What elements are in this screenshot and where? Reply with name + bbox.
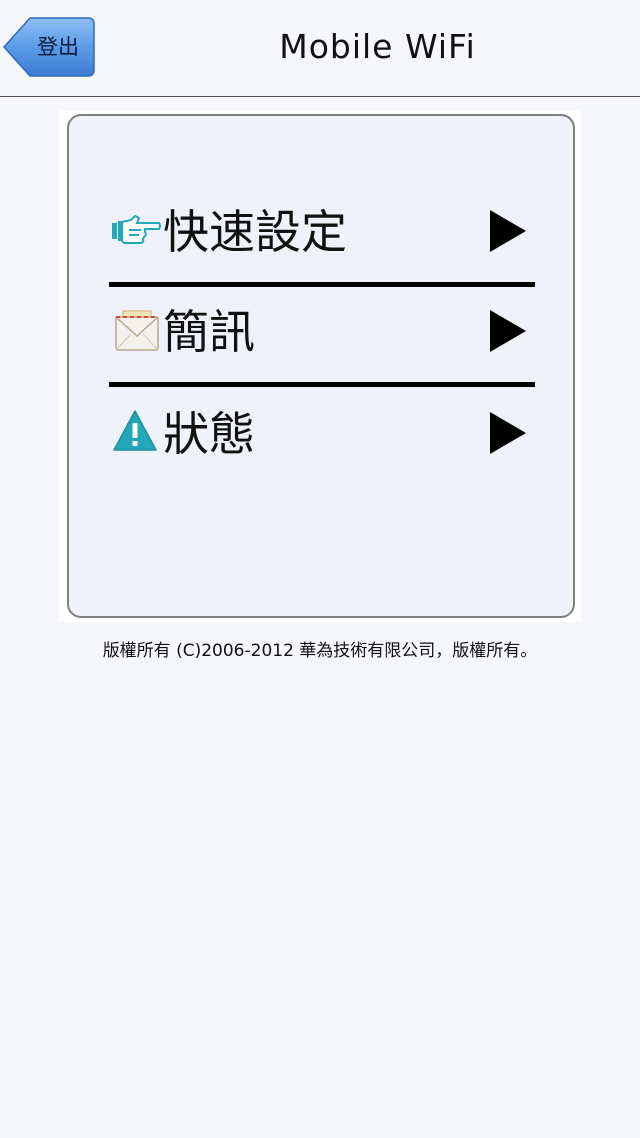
envelope-icon <box>115 310 159 351</box>
menu-item-label: 快速設定 <box>163 205 347 259</box>
menu-item-status[interactable]: 狀態 <box>109 398 533 494</box>
menu-divider <box>109 282 535 287</box>
header-bar: 登出 Mobile WiFi <box>0 0 640 97</box>
menu-card-container: 快速設定 簡訊 狀態 <box>59 110 581 622</box>
menu-item-label: 狀態 <box>163 407 255 461</box>
warning-icon <box>113 410 157 451</box>
play-arrow-icon <box>490 412 526 454</box>
menu-divider <box>109 382 535 387</box>
menu-item-sms[interactable]: 簡訊 <box>109 296 533 392</box>
menu-item-quick-setup[interactable]: 快速設定 <box>109 194 533 290</box>
page-title: Mobile WiFi <box>279 27 476 66</box>
logout-button[interactable]: 登出 <box>2 16 95 78</box>
copyright-text: 版權所有 (C)2006-2012 華為技術有限公司，版權所有。 <box>102 641 538 661</box>
play-arrow-icon <box>490 210 526 252</box>
menu-item-label: 簡訊 <box>163 305 255 359</box>
pointing-hand-icon <box>112 214 161 244</box>
play-arrow-icon <box>490 310 526 352</box>
menu-card: 快速設定 簡訊 狀態 <box>67 114 575 618</box>
logout-button-label: 登出 <box>37 35 79 59</box>
